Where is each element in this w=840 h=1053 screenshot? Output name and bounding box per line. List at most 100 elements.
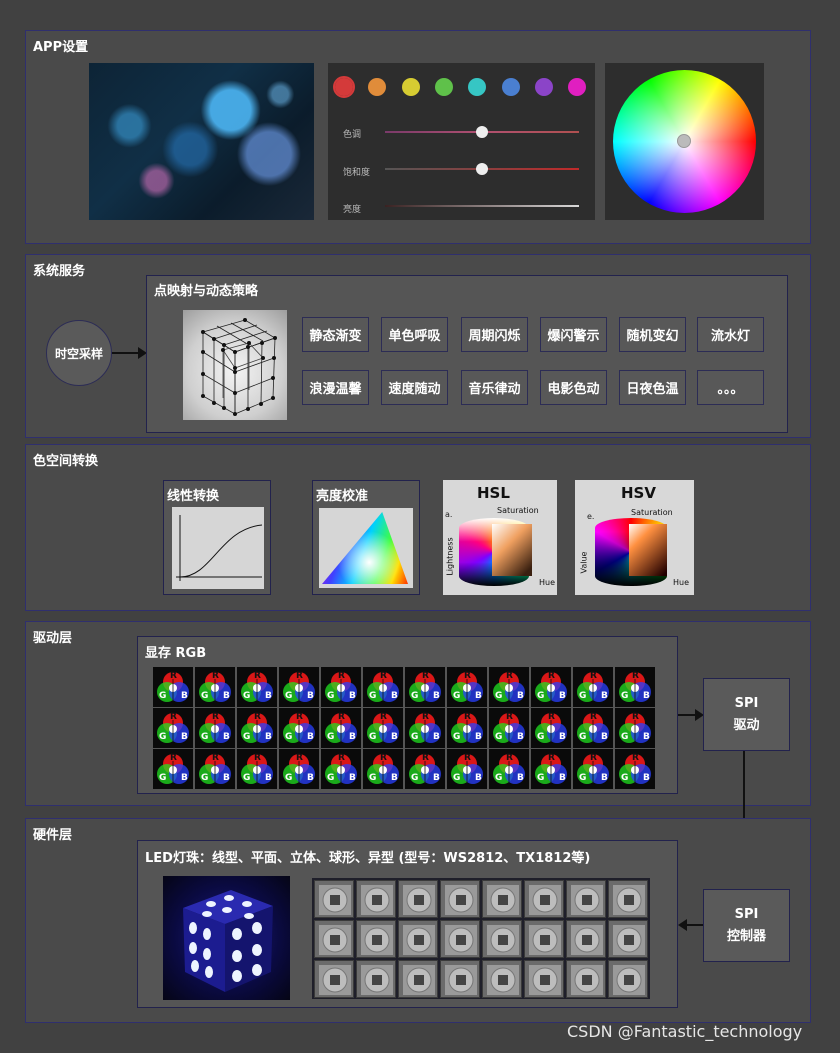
color-wheel-cursor[interactable] [677, 134, 691, 148]
rgb-channel-letter: B [181, 773, 188, 783]
effect-button-6[interactable]: 流水灯 [697, 317, 764, 352]
rgb-pixel-cell: RG B [195, 708, 235, 748]
color-triangle-plot [319, 508, 413, 588]
led-chip-icon [403, 925, 435, 955]
rgb-channel-letter: R [464, 671, 471, 681]
effect-button-3[interactable]: 周期闪烁 [461, 317, 528, 352]
rgb-pixel-cell: RG B [615, 749, 655, 789]
effect-button-12[interactable]: 。。。 [697, 370, 764, 405]
hsl-model-image: HSL a. Saturation Lightness Hue [443, 480, 557, 595]
rgb-channel-letter: R [506, 753, 513, 763]
rgb-channel-letter: B [517, 773, 524, 783]
led-chip [524, 880, 564, 918]
rgb-channel-letter: G [621, 773, 629, 783]
rgb-pixel-cell: RG B [153, 708, 193, 748]
rgb-channel-letter: G [201, 732, 209, 742]
rgb-pixel-cell: RG B [363, 749, 403, 789]
spi-controller-line1: SPI [734, 907, 759, 922]
rgb-channel-letter: R [380, 671, 387, 681]
rgb-channel-letter: B [475, 691, 482, 701]
led-cube-icon [183, 890, 273, 992]
rgb-channel-letter: B [601, 773, 608, 783]
color-swatch-4[interactable] [434, 78, 453, 96]
led-chip [608, 920, 648, 958]
led-chip [356, 920, 396, 958]
led-chip [566, 880, 606, 918]
rgb-channel-letter: G [411, 691, 419, 701]
effect-button-8[interactable]: 速度随动 [381, 370, 448, 405]
rgb-channel-letter: G [537, 691, 545, 701]
rgb-channel-letter: R [170, 671, 177, 681]
rgb-channel-letter: R [590, 671, 597, 681]
led-chip-icon [571, 885, 603, 915]
hue-slider-thumb[interactable] [476, 126, 488, 138]
rgb-pixel-cell: RG B [279, 749, 319, 789]
rgb-pixel-cell: RG B [573, 667, 613, 707]
led-chip-icon [361, 925, 393, 955]
rgb-pixel-cell: RG B [573, 749, 613, 789]
slider-label-saturation: 饱和度 [343, 168, 371, 178]
led-chip [356, 960, 396, 998]
brightness-slider-track[interactable] [385, 205, 579, 207]
rgb-channel-letter: R [170, 753, 177, 763]
color-swatch-1[interactable] [335, 78, 353, 96]
color-gamut-triangle [322, 512, 408, 584]
rgb-pixel-cell: RG B [447, 708, 487, 748]
rgb-channel-letter: G [159, 691, 167, 701]
effect-button-10[interactable]: 电影色动 [540, 370, 607, 405]
rgb-channel-letter: G [579, 773, 587, 783]
color-swatch-7[interactable] [534, 78, 553, 96]
led-chip-icon [571, 925, 603, 955]
arrow-vram-to-spi [678, 709, 704, 721]
led-chip-icon [445, 925, 477, 955]
led-chip [524, 920, 564, 958]
app-settings-title: APP设置 [33, 40, 89, 55]
rgb-channel-letter: B [517, 732, 524, 742]
effect-button-4[interactable]: 爆闪警示 [540, 317, 607, 352]
effect-button-11[interactable]: 日夜色温 [619, 370, 686, 405]
rgb-channel-letter: R [296, 712, 303, 722]
rgb-pixel-cell: RG B [405, 708, 445, 748]
rgb-channel-letter: G [495, 691, 503, 701]
rgb-channel-letter: R [380, 712, 387, 722]
rgb-channel-letter: R [338, 753, 345, 763]
color-swatch-6[interactable] [501, 78, 520, 96]
led-chip-icon [403, 965, 435, 995]
rgb-channel-letter: G [621, 732, 629, 742]
color-swatch-3[interactable] [401, 78, 420, 96]
rgb-pixel-cell: RG B [279, 708, 319, 748]
rgb-channel-letter: R [422, 671, 429, 681]
slider-label-hue: 色调 [343, 130, 362, 140]
hsl-saturation-label: Saturation [497, 506, 539, 515]
led-chip [356, 880, 396, 918]
arrow-sampling-to-strategy [112, 347, 147, 359]
effect-button-1[interactable]: 静态渐变 [302, 317, 369, 352]
rgb-channel-letter: R [338, 712, 345, 722]
rgb-channel-letter: G [243, 691, 251, 701]
rgb-channel-letter: R [548, 712, 555, 722]
system-services-title: 系统服务 [33, 264, 86, 279]
rgb-pixel-cell: RG B [237, 667, 277, 707]
rgb-pixel-cell: RG B [237, 749, 277, 789]
rgb-pixel-cell: RG B [489, 667, 529, 707]
rgb-channel-letter: B [391, 773, 398, 783]
rgb-channel-letter: G [453, 732, 461, 742]
rgb-channel-letter: G [411, 732, 419, 742]
effect-button-5[interactable]: 随机变幻 [619, 317, 686, 352]
color-swatch-8[interactable] [568, 78, 587, 96]
rgb-pixel-cell: RG B [195, 749, 235, 789]
led-chip [440, 880, 480, 918]
rgb-channel-letter: B [307, 773, 314, 783]
led-title: LED灯珠：线型、平面、立体、球形、异型 (型号：WS2812、TX1812等) [145, 851, 591, 866]
rgb-pixel-cell: RG B [531, 667, 571, 707]
rgb-channel-letter: B [265, 691, 272, 701]
rgb-pixel-cell: RG B [489, 708, 529, 748]
rgb-channel-letter: G [495, 773, 503, 783]
slider-label-brightness: 亮度 [343, 205, 362, 215]
effect-button-9[interactable]: 音乐律动 [461, 370, 528, 405]
effect-button-7[interactable]: 浪漫温馨 [302, 370, 369, 405]
linear-curve-plot [172, 507, 264, 589]
rgb-channel-letter: B [349, 691, 356, 701]
saturation-slider-thumb[interactable] [476, 163, 488, 175]
effect-button-2[interactable]: 单色呼吸 [381, 317, 448, 352]
